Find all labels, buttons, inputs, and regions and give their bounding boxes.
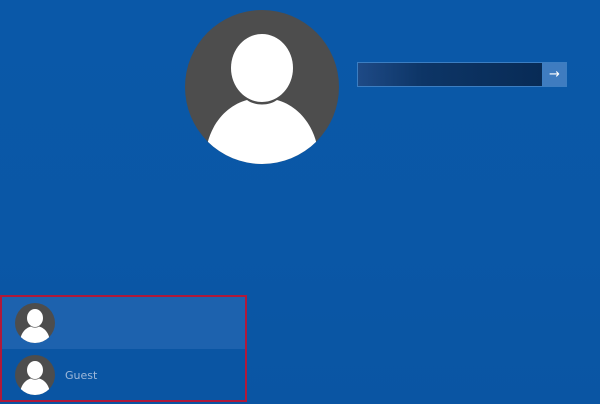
user-silhouette-icon [20, 361, 50, 395]
user-list-item-guest[interactable]: Guest [2, 349, 245, 401]
submit-arrow-button[interactable]: → [542, 63, 566, 86]
user-switcher-list: Guest [0, 295, 247, 402]
user-avatar [15, 355, 55, 395]
user-avatar [15, 303, 55, 343]
user-name: Guest [65, 368, 98, 382]
selected-user-avatar [185, 10, 339, 164]
login-field: → [357, 62, 567, 87]
user-silhouette-icon [205, 34, 319, 164]
arrow-right-icon: → [549, 67, 560, 82]
user-list-item-current[interactable] [2, 297, 245, 349]
lock-screen: → Guest [0, 0, 600, 404]
username-input[interactable] [358, 63, 542, 86]
user-silhouette-icon [20, 309, 50, 343]
